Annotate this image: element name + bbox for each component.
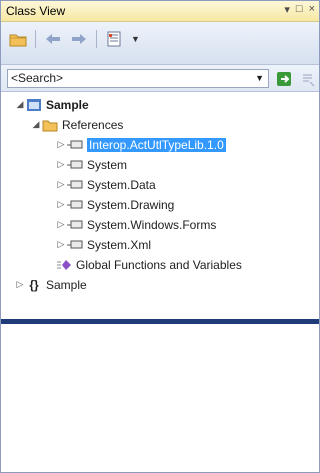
chevron-down-icon[interactable]: ▼ bbox=[252, 70, 264, 87]
references-label: References bbox=[62, 117, 124, 132]
namespace-icon: {} bbox=[29, 277, 39, 292]
global-function-icon bbox=[55, 257, 73, 273]
assembly-icon bbox=[66, 237, 84, 253]
new-folder-icon[interactable] bbox=[9, 30, 27, 48]
members-pane bbox=[1, 324, 319, 472]
assembly-icon bbox=[66, 157, 84, 173]
collapse-arrow-icon[interactable]: ▷ bbox=[56, 239, 66, 250]
collapse-arrow-icon[interactable]: ▷ bbox=[56, 139, 66, 150]
go-search-icon[interactable] bbox=[275, 70, 293, 88]
back-arrow-icon[interactable] bbox=[44, 30, 62, 48]
assembly-icon bbox=[66, 177, 84, 193]
globals-label: Global Functions and Variables bbox=[76, 257, 242, 272]
tree-root-label: Sample bbox=[46, 97, 89, 112]
collapse-arrow-icon[interactable]: ▷ bbox=[56, 159, 66, 170]
tree-item[interactable]: ▷ System.Drawing bbox=[56, 195, 175, 214]
tree-item[interactable]: ▷ System.Data bbox=[56, 175, 156, 194]
class-tree: ◢ Sample ◢ References ▷ Interop.ActUtlTy… bbox=[1, 93, 319, 317]
chevron-down-icon[interactable]: ▼ bbox=[131, 34, 140, 44]
tree-root[interactable]: ◢ Sample bbox=[15, 95, 89, 114]
tree-item[interactable]: ▷ Interop.ActUtlTypeLib.1.0 bbox=[56, 135, 226, 154]
settings-list-icon[interactable] bbox=[105, 30, 123, 48]
tree-globals[interactable]: Global Functions and Variables bbox=[55, 255, 242, 274]
toolbar-separator bbox=[35, 30, 36, 48]
tree-item-label: System.Drawing bbox=[87, 197, 175, 212]
folder-icon bbox=[41, 117, 59, 133]
tree-item-label: System.Data bbox=[87, 177, 156, 192]
search-row: <Search> ▼ bbox=[1, 65, 319, 92]
collapse-arrow-icon[interactable]: ▷ bbox=[56, 179, 66, 190]
tree-item[interactable]: ▷ System.Xml bbox=[56, 235, 151, 254]
title-buttons: ▾ □ × bbox=[284, 3, 315, 16]
toolbar-separator bbox=[96, 30, 97, 48]
collapse-arrow-icon[interactable]: ▷ bbox=[56, 199, 66, 210]
project-icon bbox=[25, 97, 43, 113]
expand-icon[interactable]: ◢ bbox=[15, 99, 25, 110]
tree-item[interactable]: ▷ System bbox=[56, 155, 127, 174]
tree-item-label: System.Windows.Forms bbox=[87, 217, 217, 232]
close-icon[interactable]: × bbox=[309, 3, 315, 16]
tree-item[interactable]: ▷ System.Windows.Forms bbox=[56, 215, 217, 234]
forward-arrow-icon[interactable] bbox=[70, 30, 88, 48]
search-text: <Search> bbox=[11, 71, 64, 85]
collapse-arrow-icon[interactable]: ▷ bbox=[15, 279, 25, 290]
tree-item-label: System.Xml bbox=[87, 237, 152, 252]
collapse-arrow-icon[interactable]: ▷ bbox=[56, 219, 66, 230]
search-input[interactable]: <Search> ▼ bbox=[7, 69, 269, 88]
assembly-icon bbox=[66, 217, 84, 233]
assembly-icon bbox=[66, 137, 84, 153]
clear-search-icon[interactable] bbox=[299, 70, 317, 88]
panel-title: Class View bbox=[6, 4, 66, 18]
tree-item-label: System bbox=[87, 157, 128, 172]
tree-namespace[interactable]: ▷ {} Sample bbox=[15, 275, 87, 294]
class-view-panel: Class View ▾ □ × ▼ <Search> ▼ ◢ Sample ◢… bbox=[0, 0, 320, 473]
assembly-icon bbox=[66, 197, 84, 213]
tree-item-label: Interop.ActUtlTypeLib.1.0 bbox=[87, 137, 226, 152]
title-bar: Class View ▾ □ × bbox=[1, 1, 319, 22]
expand-icon[interactable]: ◢ bbox=[31, 119, 41, 130]
tree-references[interactable]: ◢ References bbox=[31, 115, 124, 134]
toolbar: ▼ bbox=[1, 22, 319, 65]
maximize-icon[interactable]: □ bbox=[296, 3, 303, 16]
namespace-label: Sample bbox=[46, 277, 87, 292]
window-position-icon[interactable]: ▾ bbox=[284, 3, 290, 16]
